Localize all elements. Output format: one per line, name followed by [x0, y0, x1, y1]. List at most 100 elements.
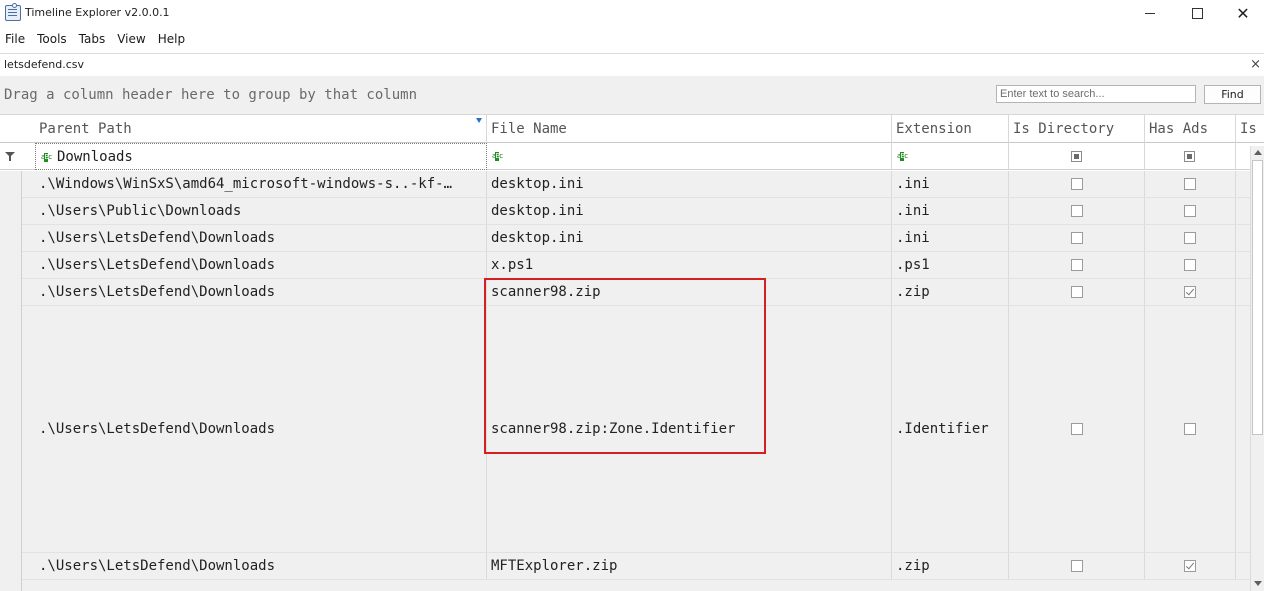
menu-help[interactable]: Help	[152, 29, 191, 51]
column-header-is-directory[interactable]: Is Directory	[1009, 115, 1145, 143]
scroll-thumb[interactable]	[1252, 160, 1263, 435]
cell-is-directory[interactable]	[1009, 171, 1145, 197]
scroll-down-arrow-icon[interactable]	[1254, 581, 1262, 586]
is-directory-checkbox[interactable]	[1071, 286, 1083, 298]
filter-cell-parent-path[interactable]: aBc Downloads	[35, 143, 487, 170]
cell-is-directory[interactable]	[1009, 198, 1145, 224]
cell-has-ads[interactable]	[1145, 553, 1236, 579]
cell-extension[interactable]: .ini	[892, 171, 1009, 197]
cell-extension[interactable]: .ini	[892, 225, 1009, 251]
has-ads-checkbox[interactable]	[1184, 178, 1196, 190]
is-directory-checkbox[interactable]	[1071, 205, 1083, 217]
table-row[interactable]: .\Windows\WinSxS\amd64_microsoft-windows…	[22, 171, 1250, 198]
close-window-button[interactable]: ✕	[1220, 0, 1264, 27]
menu-tools[interactable]: Tools	[31, 29, 73, 51]
filter-cell-has-ads[interactable]	[1145, 143, 1236, 170]
has-ads-checkbox-checked[interactable]	[1184, 286, 1196, 298]
cell-parent-path[interactable]: .\Windows\WinSxS\amd64_microsoft-windows…	[35, 171, 487, 197]
cell-is-directory[interactable]	[1009, 553, 1145, 579]
maximize-icon	[1191, 8, 1203, 19]
is-directory-checkbox[interactable]	[1071, 259, 1083, 271]
cell-extension[interactable]: .zip	[892, 279, 1009, 305]
table-row[interactable]: .\Users\LetsDefend\Downloads MFTExplorer…	[22, 553, 1250, 580]
is-directory-checkbox[interactable]	[1071, 423, 1083, 435]
has-ads-checkbox[interactable]	[1184, 232, 1196, 244]
row-indicator-column	[0, 171, 22, 591]
cell-has-ads[interactable]	[1145, 279, 1236, 305]
cell-has-ads[interactable]	[1145, 306, 1236, 552]
cell-has-ads[interactable]	[1145, 252, 1236, 278]
cell-extension[interactable]: .zip	[892, 553, 1009, 579]
cell-extension[interactable]: .ini	[892, 198, 1009, 224]
is-directory-checkbox[interactable]	[1071, 232, 1083, 244]
cell-parent-path[interactable]: .\Users\Public\Downloads	[35, 198, 487, 224]
cell-has-ads[interactable]	[1145, 198, 1236, 224]
cell-is-directory[interactable]	[1009, 306, 1145, 552]
table-row[interactable]: .\Users\LetsDefend\Downloads scanner98.z…	[22, 279, 1250, 306]
cell-extension[interactable]: .ps1	[892, 252, 1009, 278]
filter-cell-extension[interactable]: aBc	[892, 143, 1009, 170]
close-tab-icon[interactable]: ×	[1250, 57, 1261, 72]
menu-tabs[interactable]: Tabs	[73, 29, 112, 51]
cell-is-directory[interactable]	[1009, 279, 1145, 305]
text-filter-icon: aBc	[41, 153, 52, 162]
filter-row-indicator	[0, 143, 36, 170]
column-header-file-name[interactable]: File Name	[487, 115, 892, 143]
has-ads-checkbox[interactable]	[1184, 259, 1196, 271]
cell-extension[interactable]: .Identifier	[892, 306, 1009, 552]
table-row[interactable]: .\Users\LetsDefend\Downloads x.ps1 .ps1	[22, 252, 1250, 279]
table-row-partial[interactable]	[22, 580, 1250, 591]
group-panel[interactable]: Drag a column header here to group by th…	[0, 76, 1264, 115]
filter-active-icon[interactable]	[476, 118, 482, 123]
search-input[interactable]	[996, 85, 1196, 103]
cell-parent-path[interactable]: .\Users\LetsDefend\Downloads	[35, 279, 487, 305]
text-filter-icon: aBc	[492, 152, 503, 161]
cell-file-name[interactable]: desktop.ini	[487, 225, 892, 251]
cell-has-ads[interactable]	[1145, 171, 1236, 197]
cell-file-name[interactable]: x.ps1	[487, 252, 892, 278]
tab-letsdefend-csv[interactable]: letsdefend.csv	[4, 58, 84, 71]
has-ads-checkbox[interactable]	[1184, 423, 1196, 435]
has-ads-checkbox[interactable]	[1184, 205, 1196, 217]
close-icon: ✕	[1236, 3, 1250, 23]
is-directory-checkbox[interactable]	[1071, 178, 1083, 190]
menu-view[interactable]: View	[111, 29, 151, 51]
cell-parent-path[interactable]: .\Users\LetsDefend\Downloads	[35, 306, 487, 552]
has-ads-checkbox-checked[interactable]	[1184, 560, 1196, 572]
column-header-label: Is	[1240, 121, 1257, 137]
text-filter-icon: aBc	[897, 152, 908, 161]
filter-cell-is-directory[interactable]	[1009, 143, 1145, 170]
cell-file-name[interactable]: MFTExplorer.zip	[487, 553, 892, 579]
cell-file-name[interactable]: desktop.ini	[487, 171, 892, 197]
cell-file-name[interactable]: desktop.ini	[487, 198, 892, 224]
minimize-button[interactable]	[1127, 0, 1173, 27]
maximize-button[interactable]	[1174, 0, 1220, 27]
scroll-up-arrow-icon[interactable]	[1254, 150, 1262, 155]
tab-strip: letsdefend.csv ×	[0, 53, 1264, 77]
cell-is-directory[interactable]	[1009, 225, 1145, 251]
menu-file[interactable]: File	[0, 29, 31, 51]
column-header-is[interactable]: Is	[1236, 115, 1264, 143]
indeterminate-checkbox-icon[interactable]	[1184, 151, 1195, 162]
filter-cell-file-name[interactable]: aBc	[487, 143, 892, 170]
indeterminate-checkbox-icon[interactable]	[1071, 151, 1082, 162]
vertical-scrollbar[interactable]	[1250, 146, 1264, 591]
is-directory-checkbox[interactable]	[1071, 560, 1083, 572]
cell-parent-path[interactable]: .\Users\LetsDefend\Downloads	[35, 553, 487, 579]
cell-is-directory[interactable]	[1009, 252, 1145, 278]
column-header-parent-path[interactable]: Parent Path	[35, 115, 487, 143]
cell-has-ads[interactable]	[1145, 225, 1236, 251]
cell-file-name[interactable]: scanner98.zip	[487, 279, 892, 305]
find-button[interactable]: Find	[1204, 85, 1261, 104]
column-header-label: Has Ads	[1149, 121, 1209, 137]
cell-parent-path[interactable]: .\Users\LetsDefend\Downloads	[35, 252, 487, 278]
cell-file-name[interactable]: scanner98.zip:Zone.Identifier	[487, 306, 892, 552]
cell-parent-path[interactable]: .\Users\LetsDefend\Downloads	[35, 225, 487, 251]
column-header-extension[interactable]: Extension	[892, 115, 1009, 143]
filter-row: aBc Downloads aBc aBc	[0, 143, 1264, 171]
table-row[interactable]: .\Users\LetsDefend\Downloads desktop.ini…	[22, 225, 1250, 252]
group-hint-text: Drag a column header here to group by th…	[4, 87, 418, 103]
table-row[interactable]: .\Users\Public\Downloads desktop.ini .in…	[22, 198, 1250, 225]
column-header-has-ads[interactable]: Has Ads	[1145, 115, 1236, 143]
table-row[interactable]: .\Users\LetsDefend\Downloads scanner98.z…	[22, 306, 1250, 553]
